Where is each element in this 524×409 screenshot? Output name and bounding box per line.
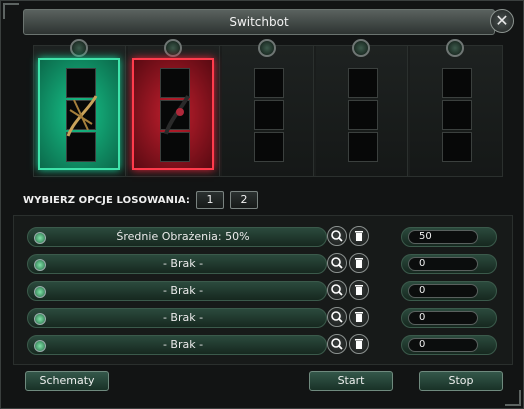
- bonus-select[interactable]: - Brak -: [27, 335, 327, 355]
- bonus-select[interactable]: Średnie Obrażenia: 50%: [27, 227, 327, 247]
- bonus-indicator-icon: [34, 232, 46, 244]
- trash-icon: [355, 285, 363, 295]
- bonus-row: - Brak - 0: [27, 253, 497, 275]
- trash-icon: [355, 258, 363, 268]
- magnifier-icon: [331, 257, 343, 269]
- bonus-row: Średnie Obrażenia: 50% 50: [27, 226, 497, 248]
- bonus-value[interactable]: 0: [408, 257, 478, 271]
- bonus-indicator-icon: [34, 286, 46, 298]
- bonus-select[interactable]: - Brak -: [27, 254, 327, 274]
- bonus-indicator-icon: [34, 259, 46, 271]
- bonus-row: - Brak - 0: [27, 280, 497, 302]
- trash-icon: [355, 231, 363, 241]
- slot-frame: [226, 58, 308, 170]
- bonus-row: - Brak - 0: [27, 307, 497, 329]
- slot-frame: [414, 58, 496, 170]
- magnifier-icon: [331, 311, 343, 323]
- item-slot-3[interactable]: [222, 39, 314, 176]
- corner-ornament: [505, 390, 521, 406]
- magnifier-icon: [331, 284, 343, 296]
- option-1-button[interactable]: 1: [196, 191, 225, 209]
- magnifier-icon: [331, 230, 343, 242]
- bonus-value-field[interactable]: 0: [401, 308, 497, 328]
- delete-button[interactable]: [349, 334, 369, 354]
- option-2-button[interactable]: 2: [230, 191, 259, 209]
- bonus-label: - Brak -: [162, 257, 204, 270]
- bonus-value-field[interactable]: 0: [401, 335, 497, 355]
- slot-frame: [132, 58, 214, 170]
- slot-frame: [38, 58, 120, 170]
- item-slot-5[interactable]: [410, 39, 502, 176]
- slot-cell: [254, 132, 284, 162]
- slot-radio-1[interactable]: [70, 39, 88, 57]
- bonus-value[interactable]: 0: [408, 311, 478, 325]
- magnifier-icon: [331, 338, 343, 350]
- bonus-value[interactable]: 50: [408, 230, 478, 244]
- dark-weapon-icon: [164, 95, 190, 135]
- slot-cell: [348, 68, 378, 98]
- search-button[interactable]: [327, 226, 347, 246]
- trash-icon: [355, 339, 363, 349]
- bonus-row: - Brak - 0: [27, 334, 497, 356]
- bonus-label: - Brak -: [162, 338, 204, 351]
- bonus-value[interactable]: 0: [408, 338, 478, 352]
- slot-cell: [254, 100, 284, 130]
- stop-button[interactable]: Stop: [419, 371, 503, 391]
- roll-options: WYBIERZ OPCJE LOSOWANIA: 1 2: [23, 191, 259, 209]
- bonus-label: - Brak -: [162, 311, 204, 324]
- slot-radio-3[interactable]: [258, 39, 276, 57]
- slot-radio-5[interactable]: [446, 39, 464, 57]
- bonus-value-field[interactable]: 50: [401, 227, 497, 247]
- slot-cell: [348, 132, 378, 162]
- window-title: Switchbot: [23, 9, 495, 35]
- slot-cell: [442, 100, 472, 130]
- bonus-indicator-icon: [34, 340, 46, 352]
- search-button[interactable]: [327, 253, 347, 273]
- bow-weapon-icon: [66, 95, 98, 137]
- bonus-select[interactable]: - Brak -: [27, 281, 327, 301]
- bonus-label: - Brak -: [162, 284, 204, 297]
- bonus-value-field[interactable]: 0: [401, 281, 497, 301]
- bonus-select[interactable]: - Brak -: [27, 308, 327, 328]
- slot-radio-4[interactable]: [352, 39, 370, 57]
- slot-frame: [320, 58, 402, 170]
- switchbot-window: Switchbot ✕ WYBIERZ OPCJE LOSOWANIA: 1 2…: [0, 0, 524, 409]
- corner-ornament: [3, 3, 19, 19]
- slot-cell: [442, 132, 472, 162]
- bonus-label: Średnie Obrażenia: 50%: [116, 230, 250, 243]
- delete-button[interactable]: [349, 253, 369, 273]
- bonus-value[interactable]: 0: [408, 284, 478, 298]
- slot-cell: [348, 100, 378, 130]
- item-slot-1[interactable]: [34, 39, 126, 176]
- roll-options-label: WYBIERZ OPCJE LOSOWANIA:: [23, 194, 191, 206]
- schemes-button[interactable]: Schematy: [25, 371, 109, 391]
- search-button[interactable]: [327, 280, 347, 300]
- bonus-indicator-icon: [34, 313, 46, 325]
- delete-button[interactable]: [349, 226, 369, 246]
- slot-cell: [254, 68, 284, 98]
- start-button[interactable]: Start: [309, 371, 393, 391]
- search-button[interactable]: [327, 307, 347, 327]
- item-slot-4[interactable]: [316, 39, 408, 176]
- close-button[interactable]: ✕: [490, 9, 514, 33]
- delete-button[interactable]: [349, 280, 369, 300]
- bonus-value-field[interactable]: 0: [401, 254, 497, 274]
- slot-radio-2[interactable]: [164, 39, 182, 57]
- search-button[interactable]: [327, 334, 347, 354]
- delete-button[interactable]: [349, 307, 369, 327]
- trash-icon: [355, 312, 363, 322]
- slot-cell: [442, 68, 472, 98]
- item-slots: [33, 39, 503, 177]
- item-slot-2[interactable]: [128, 39, 220, 176]
